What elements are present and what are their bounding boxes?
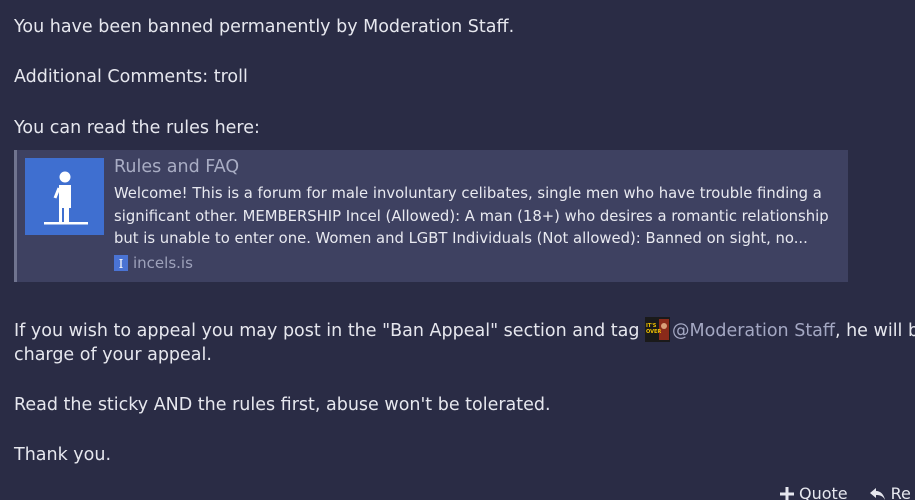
message-line-comments: Additional Comments: troll xyxy=(14,67,248,87)
message-line-rules-intro: You can read the rules here: xyxy=(14,118,260,138)
unfurl-thumbnail[interactable] xyxy=(25,158,104,235)
site-favicon-icon: I xyxy=(114,255,128,271)
quote-button[interactable]: Quote xyxy=(780,484,848,500)
message-line-appeal-cont: charge of your appeal. xyxy=(14,345,212,365)
message-line-appeal: If you wish to appeal you may post in th… xyxy=(14,317,915,344)
message-line-sticky: Read the sticky AND the rules first, abu… xyxy=(14,395,551,415)
appeal-text-after: , he will be in xyxy=(834,321,915,341)
unfurl-domain-text[interactable]: incels.is xyxy=(133,252,193,274)
svg-text:OVER: OVER xyxy=(646,329,661,335)
message-line-thanks: Thank you. xyxy=(14,445,112,465)
quote-label[interactable]: Quote xyxy=(799,484,848,500)
plus-icon xyxy=(780,486,794,500)
link-unfurl-card[interactable]: Rules and FAQ Welcome! This is a forum f… xyxy=(14,150,848,282)
message-line-banned: You have been banned permanently by Mode… xyxy=(14,17,515,37)
appeal-text-before: If you wish to appeal you may post in th… xyxy=(14,321,646,341)
reply-arrow-icon xyxy=(869,487,885,500)
svg-text:I: I xyxy=(119,257,124,271)
standing-figure-icon xyxy=(44,171,88,225)
reply-button[interactable]: Re xyxy=(869,484,911,500)
reply-label[interactable]: Re xyxy=(891,484,911,500)
post-actions: Quote Re xyxy=(780,484,911,500)
unfurl-domain[interactable]: I incels.is xyxy=(114,252,193,274)
unfurl-description: Welcome! This is a forum for male involu… xyxy=(114,185,829,247)
mention-link[interactable]: @Moderation Staff xyxy=(672,321,835,341)
unfurl-title[interactable]: Rules and FAQ xyxy=(114,155,239,179)
mention-avatar[interactable]: IT'S OVER xyxy=(645,317,671,342)
